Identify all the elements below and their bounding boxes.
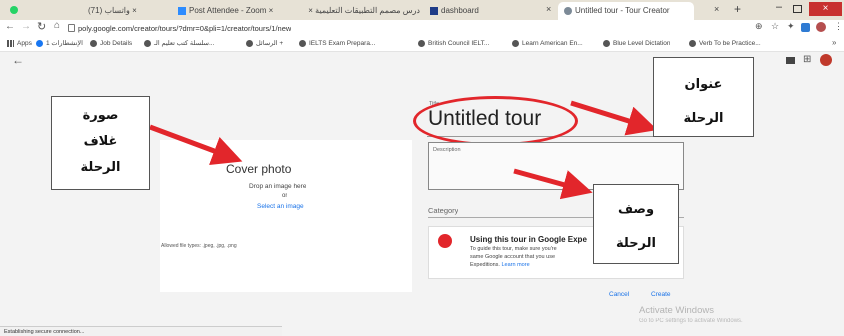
cover-annotation-line3: الرحلة — [80, 160, 121, 175]
description-annotation-box: وصف الرحلة — [593, 184, 679, 264]
description-annotation-line2: الرحلة — [616, 236, 656, 251]
cover-annotation-line1: صورة — [82, 108, 119, 123]
title-arrow — [570, 100, 658, 136]
cover-annotation-box: صورة غلاف الرحلة — [51, 96, 150, 190]
description-arrow — [513, 168, 593, 200]
cover-annotation-line2: غلاف — [83, 134, 118, 149]
title-annotation-box: عنوان الرحلة — [653, 57, 754, 137]
description-annotation-line1: وصف — [617, 202, 655, 217]
title-annotation-line1: عنوان — [684, 77, 723, 92]
cover-arrow — [149, 124, 243, 166]
title-annotation-line2: الرحلة — [683, 111, 724, 126]
